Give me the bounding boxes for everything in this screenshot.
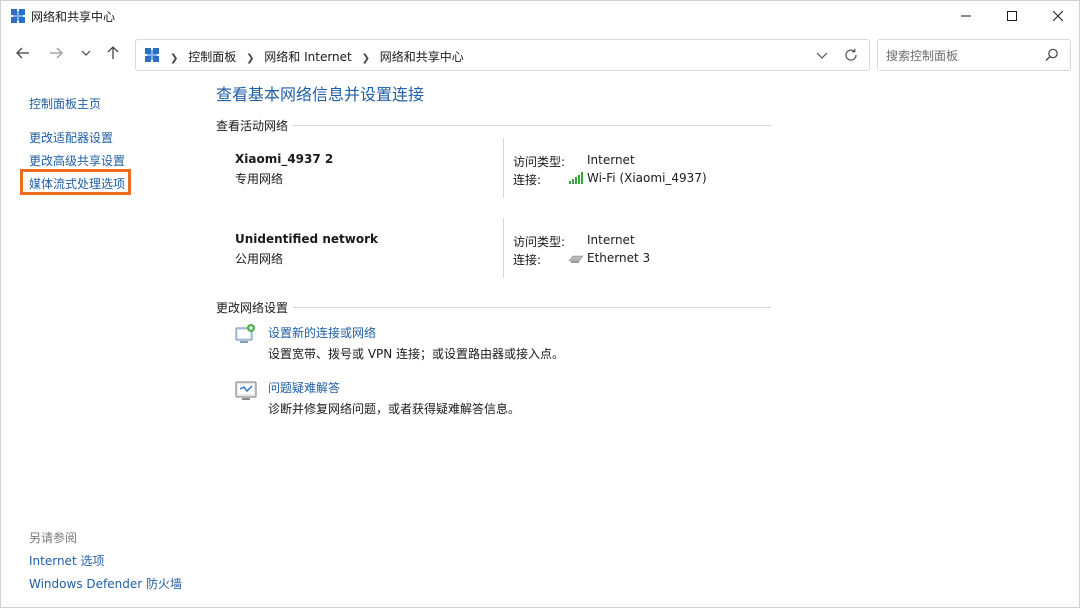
see-also-internet-options[interactable]: Internet 选项 xyxy=(29,552,104,569)
divider xyxy=(293,307,771,308)
troubleshoot-icon xyxy=(235,381,257,400)
sidebar-item-adapter-settings[interactable]: 更改适配器设置 xyxy=(29,129,113,146)
change-settings-heading: 更改网络设置 xyxy=(216,301,289,315)
chevron-down-icon xyxy=(81,50,91,56)
search-box[interactable] xyxy=(877,39,1071,71)
breadcrumb-item-control-panel[interactable]: 控制面板 xyxy=(188,50,236,64)
refresh-button[interactable] xyxy=(842,46,860,64)
maximize-icon xyxy=(1007,11,1017,21)
access-type-value: Internet xyxy=(587,233,635,247)
up-button[interactable] xyxy=(101,41,125,65)
breadcrumb: ❯ 控制面板 ❯ 网络和 Internet ❯ 网络和共享中心 xyxy=(164,48,464,65)
access-type-label: 访问类型: xyxy=(513,155,566,169)
recent-locations-button[interactable] xyxy=(74,41,98,65)
sidebar-item-control-panel-home[interactable]: 控制面板主页 xyxy=(29,95,101,112)
new-connection-icon xyxy=(235,324,255,343)
window: 网络和共享中心 ❯ 控制面板 ❯ 网络和 Internet ❯ 网络和共享中心 … xyxy=(0,0,1080,608)
active-networks-heading: 查看活动网络 xyxy=(216,119,289,133)
arrow-left-icon xyxy=(16,47,29,59)
divider xyxy=(503,138,504,198)
highlight-box xyxy=(20,169,131,195)
sidebar-item-advanced-sharing[interactable]: 更改高级共享设置 xyxy=(29,152,125,169)
window-title: 网络和共享中心 xyxy=(31,10,116,24)
ethernet-connection-link[interactable]: Ethernet 3 xyxy=(587,251,650,265)
control-panel-icon xyxy=(145,48,159,62)
arrow-right-icon xyxy=(50,47,63,59)
connection-label: 连接: xyxy=(513,173,542,187)
setup-connection-description: 设置宽带、拨号或 VPN 连接；或设置路由器或接入点。 xyxy=(268,347,565,361)
network-name: Unidentified network xyxy=(235,232,378,246)
title-bar: 网络和共享中心 xyxy=(1,1,1079,31)
forward-button[interactable] xyxy=(44,41,68,65)
breadcrumb-separator-icon: ❯ xyxy=(361,53,370,64)
close-icon xyxy=(1053,11,1063,21)
close-button[interactable] xyxy=(1035,1,1079,31)
back-button[interactable] xyxy=(11,41,35,65)
address-dropdown-button[interactable] xyxy=(814,47,830,63)
breadcrumb-separator-icon: ❯ xyxy=(246,53,255,64)
access-type-value: Internet xyxy=(587,153,635,167)
network-type: 专用网络 xyxy=(235,172,284,186)
connection-label: 连接: xyxy=(513,253,542,267)
see-also-heading: 另请参阅 xyxy=(29,531,78,545)
search-icon[interactable] xyxy=(1044,47,1060,63)
minimize-button[interactable] xyxy=(943,1,989,31)
search-input[interactable] xyxy=(884,46,1038,66)
network-center-icon xyxy=(11,9,25,23)
wifi-signal-icon xyxy=(569,172,583,184)
chevron-down-icon xyxy=(816,52,828,59)
divider xyxy=(293,125,771,126)
setup-connection-link[interactable]: 设置新的连接或网络 xyxy=(268,324,376,341)
address-bar[interactable]: ❯ 控制面板 ❯ 网络和 Internet ❯ 网络和共享中心 xyxy=(135,39,870,71)
breadcrumb-item-network-internet[interactable]: 网络和 Internet xyxy=(264,50,351,64)
breadcrumb-item-network-center[interactable]: 网络和共享中心 xyxy=(380,50,464,64)
ethernet-icon xyxy=(568,255,584,263)
network-name: Xiaomi_4937 2 xyxy=(235,152,334,166)
wifi-connection-link[interactable]: Wi-Fi (Xiaomi_4937) xyxy=(587,171,707,185)
see-also-defender-firewall[interactable]: Windows Defender 防火墙 xyxy=(29,575,182,592)
page-title: 查看基本网络信息并设置连接 xyxy=(216,85,425,104)
refresh-icon xyxy=(845,48,857,61)
troubleshoot-description: 诊断并修复网络问题，或者获得疑难解答信息。 xyxy=(268,402,521,416)
network-type: 公用网络 xyxy=(235,252,284,266)
troubleshoot-link[interactable]: 问题疑难解答 xyxy=(268,379,340,396)
divider xyxy=(503,218,504,278)
maximize-button[interactable] xyxy=(989,1,1035,31)
arrow-up-icon xyxy=(107,46,119,59)
minimize-icon xyxy=(961,15,971,17)
access-type-label: 访问类型: xyxy=(513,235,566,249)
breadcrumb-separator-icon: ❯ xyxy=(170,53,179,64)
